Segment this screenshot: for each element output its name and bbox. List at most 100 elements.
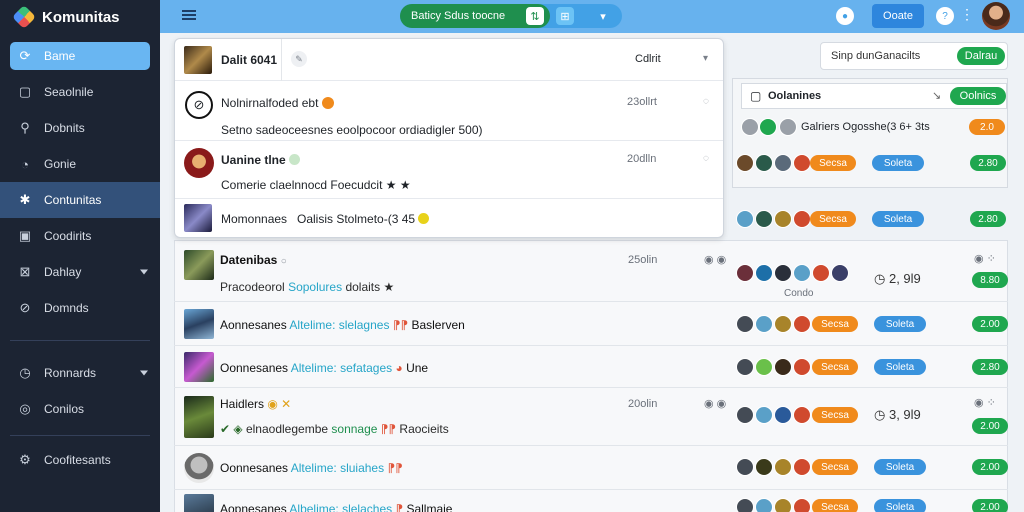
chevron-down-icon[interactable]: ▾ xyxy=(594,7,612,25)
sidebar-item-dobnits[interactable]: ⚲ Dobnits xyxy=(0,110,160,146)
participant-avatars[interactable] xyxy=(736,358,811,376)
sidebar-item-gonie[interactable]: ◔ Gonie xyxy=(0,146,160,182)
participant-avatars[interactable] xyxy=(736,264,849,282)
thread-title[interactable]: Aonnesanes Altelime: slelagnes ⁋⁋ Basler… xyxy=(220,318,465,332)
sidebar-item-contunitas[interactable]: ✱ Contunitas xyxy=(0,182,160,218)
right-panel-primary-button[interactable]: Dalrau xyxy=(957,47,1005,65)
action-button[interactable]: Soleta xyxy=(874,316,926,332)
notification-icon[interactable]: ● xyxy=(836,7,854,25)
user-avatar[interactable] xyxy=(982,2,1010,30)
participant-avatars[interactable] xyxy=(736,406,811,424)
right-panel-row[interactable]: Secsa Soleta 2.80 xyxy=(732,148,1008,188)
info-icon[interactable]: ◌ xyxy=(703,153,709,164)
participant-avatars[interactable] xyxy=(736,154,811,172)
score-button[interactable]: 2.00 xyxy=(972,418,1008,434)
table-row[interactable]: Aonnesanes Altelime: slelagnes ⁋⁋ Basler… xyxy=(174,302,1008,346)
sidebar-item-dahlay[interactable]: ⊠ Dahlay xyxy=(0,254,160,290)
sidebar-item-seaolnile[interactable]: ▢ Seaolnile xyxy=(0,74,160,110)
thread-title[interactable]: Datenibas ○ xyxy=(220,253,287,267)
right-panel-header: ▢ Oolanines ↘ Oolnics xyxy=(741,83,1007,109)
score-button[interactable]: 2.00 xyxy=(972,459,1008,475)
status-badge[interactable]: Secsa xyxy=(812,407,858,423)
right-panel-first-row[interactable]: Galriers Ogosshe(3 6+ 3ts 2.0 xyxy=(741,113,1007,141)
thread-thumbnail[interactable] xyxy=(184,250,214,280)
filter-icon[interactable]: ⇅ xyxy=(526,7,544,25)
sidebar-item-coodirits[interactable]: ▣ Coodirits xyxy=(0,218,160,254)
row-icons[interactable]: ◉ ⁘ xyxy=(974,396,996,409)
dropdown-item[interactable]: ⊘ Nolnirnalfoded ebt 23ollrt ◌ Setno sad… xyxy=(175,81,723,141)
participant-avatars[interactable] xyxy=(736,315,811,333)
sidebar-item-ronnards[interactable]: ◷ Ronnards xyxy=(0,355,160,391)
action-button[interactable]: Soleta xyxy=(872,155,924,171)
right-panel-row-text: Galriers Ogosshe(3 6+ 3ts xyxy=(801,121,930,133)
dropdown-item[interactable]: Momonnaes Oalisis Stolmeto-(3 45 xyxy=(175,199,723,237)
menu-icon[interactable] xyxy=(182,10,196,20)
search-bar[interactable]: Baticy Sdus toocne ⇅ ⊞ ▾ xyxy=(400,4,622,28)
status-badge[interactable]: Secsa xyxy=(810,211,856,227)
chevron-down-icon[interactable] xyxy=(140,370,148,376)
sidebar-item-bame[interactable]: ⟳ Bame xyxy=(10,42,150,70)
dropdown-header-right[interactable]: Cdlrit xyxy=(635,53,661,65)
status-badge[interactable]: Secsa xyxy=(812,359,858,375)
table-row[interactable]: Haidlers ◉ ✕ 20olin ◉ ◉ ✔ ◈ elnaodlegemb… xyxy=(174,388,1008,446)
action-button[interactable]: Soleta xyxy=(872,211,924,227)
table-row[interactable]: Datenibas ○ 25olin ◉ ◉ Pracodeorol Sopol… xyxy=(174,244,1008,302)
close-icon[interactable]: ✎ xyxy=(291,51,307,67)
expand-icon[interactable]: ↘ xyxy=(932,89,941,102)
sidebar-item-label: Conilos xyxy=(44,402,85,416)
dropdown-item[interactable]: Uanine tlne 20dlln ◌ Comerie claelnnocd … xyxy=(175,141,723,199)
thread-meta-icons: ◉ ◉ xyxy=(704,254,727,266)
thread-thumbnail[interactable] xyxy=(184,352,214,382)
sidebar-item-conilos[interactable]: ◎ Conilos xyxy=(0,391,160,427)
participant-avatars[interactable] xyxy=(736,210,811,228)
thread-thumbnail[interactable] xyxy=(184,494,214,512)
score-button[interactable]: 8.80 xyxy=(972,272,1008,288)
table-row[interactable]: Oonnesanes Altelime: sefatages ◕ Une Sec… xyxy=(174,346,1008,388)
header-action-button[interactable]: Ooate xyxy=(872,4,924,28)
status-badge[interactable]: 2.0 xyxy=(969,119,1005,135)
brand[interactable]: Komunitas xyxy=(0,0,160,34)
chevron-down-icon[interactable] xyxy=(140,269,148,275)
row-icons[interactable]: ◉ ⁘ xyxy=(974,252,996,265)
status-badge[interactable]: Secsa xyxy=(812,316,858,332)
score-button[interactable]: 2.00 xyxy=(972,499,1008,512)
thread-title[interactable]: Aopnesanes Albelime: slelaches ⁋ Sallmaj… xyxy=(220,502,452,512)
chevron-down-icon[interactable]: ▾ xyxy=(703,53,708,64)
dropdown-thumbnail[interactable] xyxy=(184,204,212,232)
thread-title[interactable]: Oonnesanes Altelime: sefatages ◕ Une xyxy=(220,361,428,375)
thread-thumbnail[interactable] xyxy=(184,396,214,438)
right-panel-search[interactable]: Sinp dunGanacilts Dalrau xyxy=(820,42,1008,70)
sidebar-item-label: Contunitas xyxy=(44,193,102,207)
thread-thumbnail[interactable] xyxy=(184,309,214,339)
dropdown-item-subtitle: Setno sadeoceesnes eoolpocoor ordiadigle… xyxy=(221,123,483,137)
right-panel-row[interactable]: Secsa Soleta 2.80 xyxy=(732,204,1008,244)
help-icon[interactable]: ? xyxy=(936,7,954,25)
thread-subtitle: ✔ ◈ elnaodlegembe sonnage ⁋⁋ Raocieits xyxy=(220,422,449,436)
participant-avatars[interactable] xyxy=(736,498,811,512)
thread-title[interactable]: Haidlers ◉ ✕ xyxy=(220,397,291,411)
more-icon[interactable]: ⋮ xyxy=(960,6,974,23)
sidebar-item-label: Dobnits xyxy=(44,121,85,135)
action-button[interactable]: Soleta xyxy=(874,359,926,375)
dropdown-thumbnail[interactable] xyxy=(184,46,212,74)
action-button[interactable]: Soleta xyxy=(874,459,926,475)
grid-icon[interactable]: ⊞ xyxy=(556,7,574,25)
score-button[interactable]: 2.80 xyxy=(970,155,1006,171)
status-badge[interactable]: Secsa xyxy=(810,155,856,171)
score-button[interactable]: 2.80 xyxy=(970,211,1006,227)
score-button[interactable]: 2.80 xyxy=(972,359,1008,375)
thread-title[interactable]: Oonnesanes Altelime: sluiahes ⁋⁋ xyxy=(220,461,403,475)
table-row[interactable]: Aopnesanes Albelime: slelaches ⁋ Sallmaj… xyxy=(174,490,1008,512)
sidebar-item-label: Bame xyxy=(44,49,76,63)
info-icon[interactable]: ◌ xyxy=(703,96,709,107)
sidebar-item-domnds[interactable]: ⊘ Domnds xyxy=(0,290,160,326)
sidebar-item-coofitesants[interactable]: ⚙ Coofitesants xyxy=(0,442,160,478)
right-panel-header-button[interactable]: Oolnics xyxy=(950,87,1006,105)
status-badge[interactable]: Secsa xyxy=(812,499,858,512)
thread-thumbnail[interactable] xyxy=(184,453,214,483)
table-row[interactable]: Oonnesanes Altelime: sluiahes ⁋⁋ Secsa S… xyxy=(174,446,1008,490)
action-button[interactable]: Soleta xyxy=(874,499,926,512)
score-button[interactable]: 2.00 xyxy=(972,316,1008,332)
participant-avatars[interactable] xyxy=(736,458,811,476)
status-badge[interactable]: Secsa xyxy=(812,459,858,475)
